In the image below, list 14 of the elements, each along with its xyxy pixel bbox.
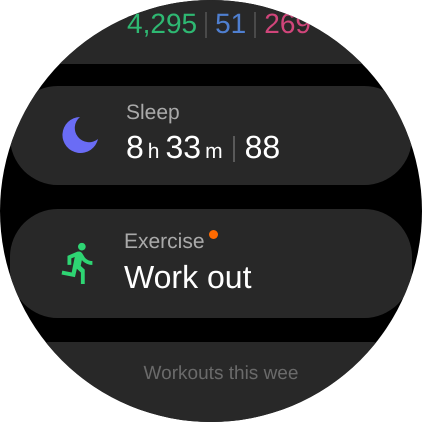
hours-unit: h (148, 138, 160, 165)
exercise-value: Work out (124, 258, 252, 298)
exercise-card[interactable]: Exercise Work out (10, 208, 412, 318)
moon-icon (60, 115, 100, 156)
workouts-title: Workouts this wee (144, 362, 298, 386)
stat-value: 51 (215, 7, 246, 41)
sleep-minutes: 33 (165, 128, 202, 167)
sleep-hours: 8 (126, 128, 144, 167)
tile-title: Exercise (124, 229, 205, 256)
sleep-score: 88 (244, 128, 280, 167)
minutes-unit: m (205, 138, 223, 165)
sleep-card[interactable]: Sleep 8 h 33 m 88 (10, 86, 412, 185)
stat-value: 4,295 (127, 7, 198, 41)
tile-title: Sleep (126, 100, 181, 126)
